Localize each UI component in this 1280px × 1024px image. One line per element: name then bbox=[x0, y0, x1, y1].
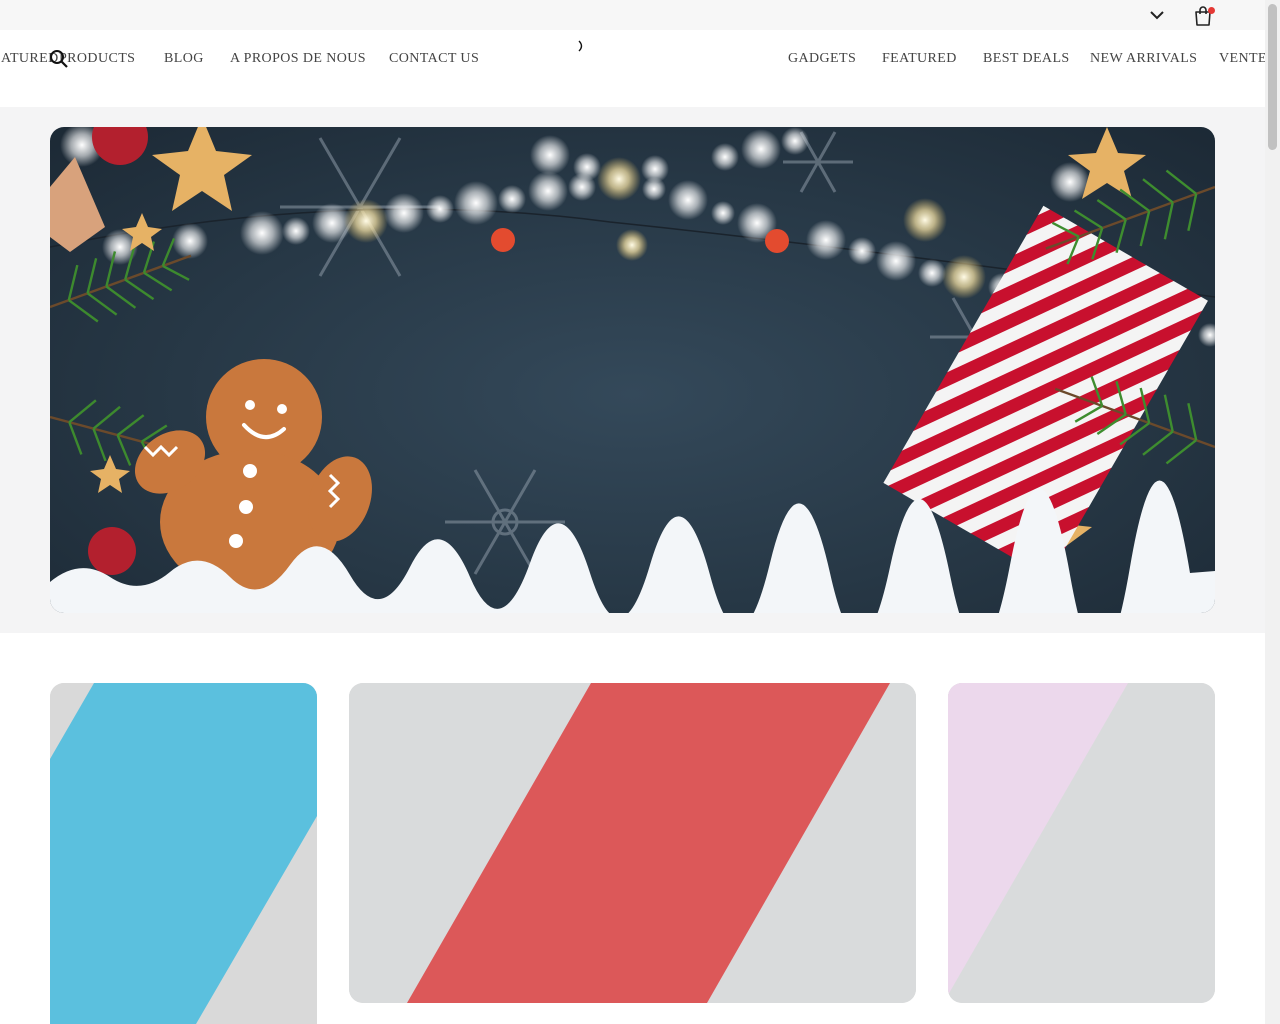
nav-item-featured-right[interactable]: FEATURED bbox=[882, 51, 957, 67]
main-navigation: ATURED PRODUCTS BLOG A PROPOS DE NOUS CO… bbox=[0, 30, 1265, 107]
ornament-ball bbox=[88, 527, 136, 575]
christmas-banner-image bbox=[50, 127, 1215, 613]
search-icon[interactable] bbox=[49, 49, 69, 69]
scrollbar-thumb[interactable] bbox=[1268, 4, 1277, 150]
nav-item-ventes[interactable]: VENTES bbox=[1219, 51, 1265, 67]
product-image-placeholder bbox=[349, 683, 916, 1003]
product-card[interactable] bbox=[50, 683, 317, 1024]
product-image-placeholder bbox=[948, 683, 1215, 1003]
ornament-ball bbox=[92, 127, 148, 165]
top-utility-bar bbox=[0, 0, 1265, 30]
product-card[interactable] bbox=[948, 683, 1215, 1003]
nav-item-blog[interactable]: BLOG bbox=[164, 51, 204, 67]
nav-item-about[interactable]: A PROPOS DE NOUS bbox=[230, 51, 366, 67]
nav-item-new-arrivals[interactable]: NEW ARRIVALS bbox=[1090, 51, 1197, 67]
chevron-down-icon[interactable] bbox=[1148, 7, 1166, 23]
chevron-right-icon[interactable] bbox=[575, 39, 587, 53]
product-image-placeholder bbox=[50, 683, 317, 1024]
nav-item-best-deals[interactable]: BEST DEALS bbox=[983, 51, 1070, 67]
page-scrollbar[interactable] bbox=[1265, 0, 1280, 1024]
cart-badge bbox=[1208, 7, 1215, 14]
nav-item-contact[interactable]: CONTACT US bbox=[389, 51, 479, 67]
product-card[interactable] bbox=[349, 683, 916, 1003]
hero-banner[interactable] bbox=[50, 127, 1215, 613]
nav-item-gadgets[interactable]: GADGETS bbox=[788, 51, 856, 67]
nav-item-products[interactable]: PRODUCTS bbox=[59, 51, 135, 67]
gingerbread-man bbox=[134, 359, 372, 594]
